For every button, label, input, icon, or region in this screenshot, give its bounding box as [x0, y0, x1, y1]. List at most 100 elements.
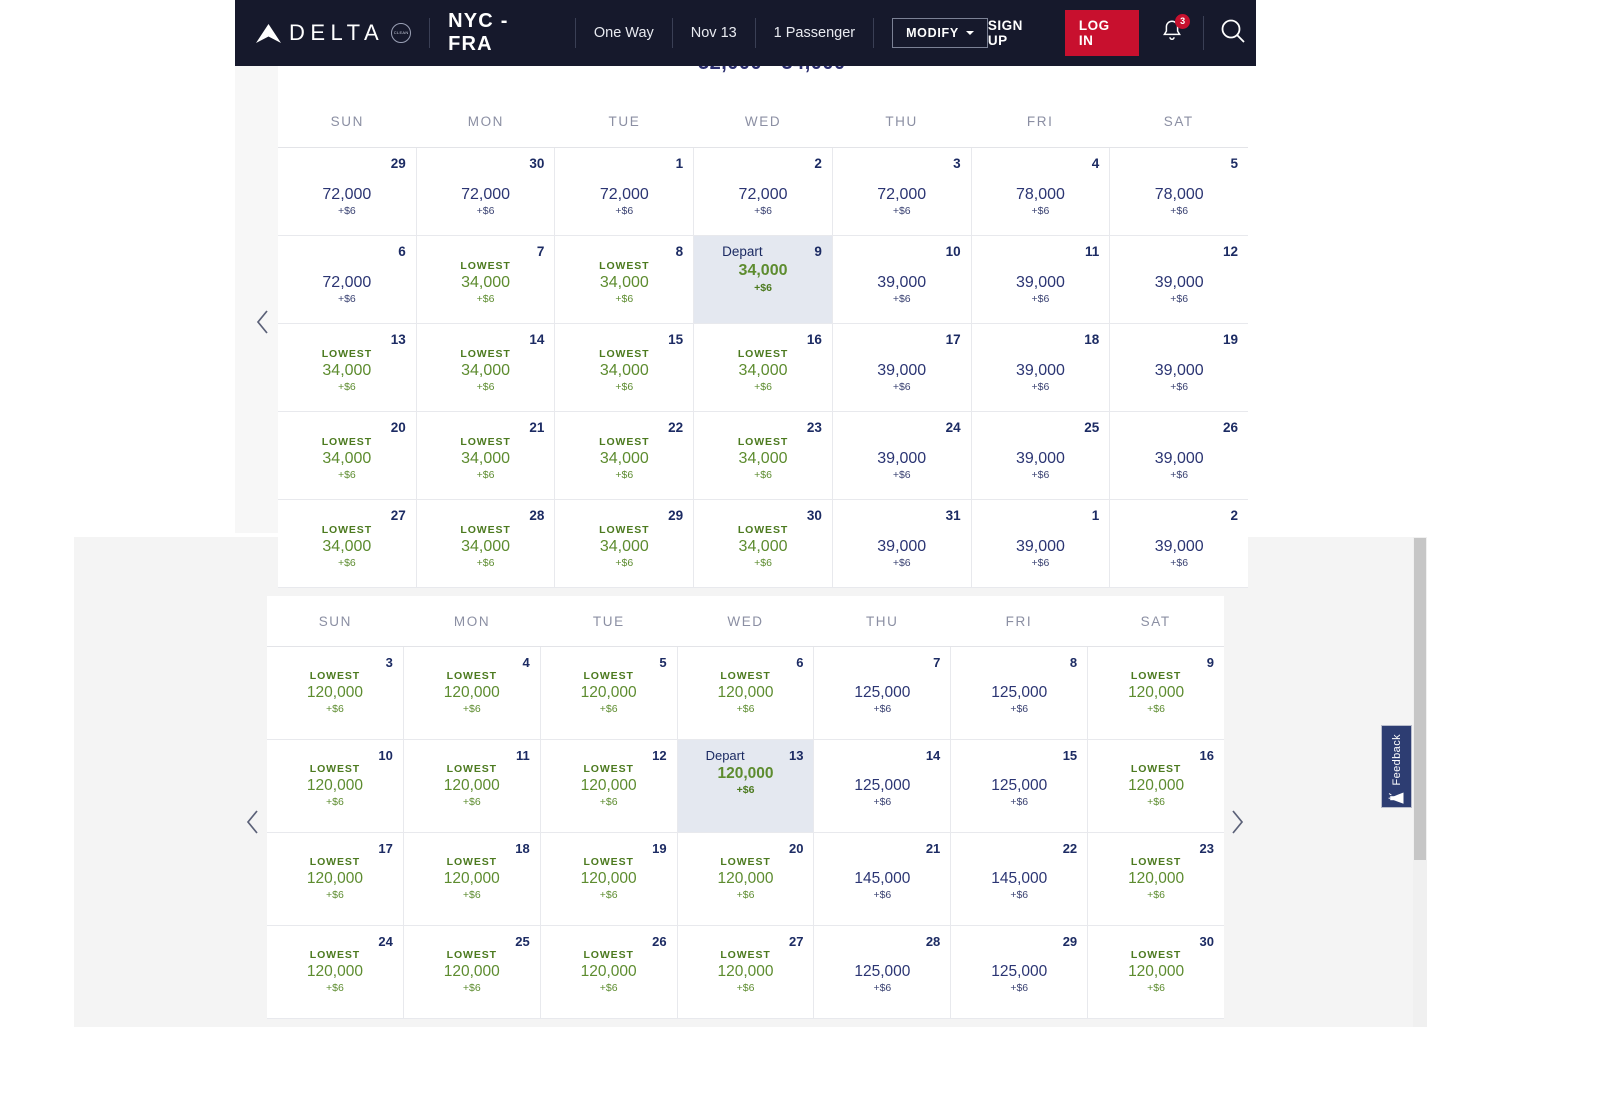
- calendar-day-cell[interactable]: 12 39,000 +$6: [1110, 236, 1249, 324]
- day-number: 20: [390, 420, 406, 435]
- calendar-day-cell[interactable]: 20 LOWEST 120,000 +$6: [677, 833, 815, 926]
- calendar-day-cell[interactable]: 30 LOWEST 34,000 +$6: [694, 500, 833, 588]
- sign-up-link[interactable]: SIGN UP: [988, 18, 1043, 48]
- calendar-day-cell[interactable]: 11 LOWEST 120,000 +$6: [403, 740, 541, 833]
- calendar-day-cell[interactable]: 6 72,000 +$6: [278, 236, 417, 324]
- calendar-day-cell[interactable]: 17 LOWEST 120,000 +$6: [267, 833, 404, 926]
- feedback-tab[interactable]: Feedback: [1381, 725, 1412, 808]
- calendar-day-cell[interactable]: 21 LOWEST 34,000 +$6: [416, 412, 556, 500]
- delta-logo[interactable]: DELTA CLEAN: [256, 20, 412, 46]
- calendar-day-cell[interactable]: 10 LOWEST 120,000 +$6: [267, 740, 404, 833]
- miles-price: 34,000: [461, 537, 511, 555]
- calendar-day-cell[interactable]: 24 LOWEST 120,000 +$6: [267, 926, 404, 1019]
- calendar-day-cell[interactable]: 29 LOWEST 34,000 +$6: [555, 500, 695, 588]
- calendar-day-cell[interactable]: 27 LOWEST 120,000 +$6: [677, 926, 815, 1019]
- calendar-day-cell[interactable]: 2 39,000 +$6: [1110, 500, 1249, 588]
- calendar-day-cell-selected[interactable]: Depart 13 120,000 +$6: [677, 740, 815, 833]
- taxes-fees: +$6: [1010, 981, 1029, 994]
- calendar-day-cell[interactable]: 15 LOWEST 34,000 +$6: [555, 324, 695, 412]
- calendar-day-cell[interactable]: 5 LOWEST 120,000 +$6: [540, 647, 678, 740]
- calendar-day-cell[interactable]: 28 LOWEST 34,000 +$6: [416, 500, 556, 588]
- miles-price: 34,000: [322, 449, 372, 467]
- day-number: 4: [522, 655, 530, 670]
- day-cell-header: 16: [694, 324, 832, 347]
- lowest-fare-badge: LOWEST: [737, 348, 789, 360]
- calendar-day-cell[interactable]: 23 LOWEST 34,000 +$6: [694, 412, 833, 500]
- lowest-fare-badge: LOWEST: [460, 524, 511, 536]
- calendar-day-cell[interactable]: 25 LOWEST 120,000 +$6: [403, 926, 541, 1019]
- calendar-day-cell[interactable]: 28 125,000 +$6: [814, 926, 952, 1019]
- calendar-day-cell[interactable]: 6 LOWEST 120,000 +$6: [677, 647, 815, 740]
- calendar-day-cell[interactable]: 17 39,000 +$6: [832, 324, 972, 412]
- day-cell-fare: LOWEST 120,000 +$6: [404, 855, 540, 901]
- lowest-fare-badge: LOWEST: [737, 436, 789, 448]
- calendar2-previous-arrow[interactable]: [240, 807, 266, 837]
- calendar-day-cell[interactable]: 30 72,000 +$6: [416, 148, 556, 236]
- miles-price: 39,000: [1015, 273, 1065, 291]
- lowest-fare-spacer: [417, 173, 555, 185]
- search-icon[interactable]: [1220, 18, 1246, 49]
- calendar-day-cell[interactable]: 29 72,000 +$6: [278, 148, 417, 236]
- calendar-day-cell[interactable]: 23 LOWEST 120,000 +$6: [1088, 833, 1225, 926]
- calendar-day-cell[interactable]: 2 72,000 +$6: [694, 148, 833, 236]
- calendar-day-cell[interactable]: 25 39,000 +$6: [971, 412, 1111, 500]
- calendar-day-cell[interactable]: 7 125,000 +$6: [814, 647, 952, 740]
- day-cell-fare: 39,000 +$6: [833, 258, 971, 306]
- calendar-day-cell-selected[interactable]: Depart 9 34,000 +$6: [694, 236, 833, 324]
- calendar-day-cell[interactable]: 22 LOWEST 34,000 +$6: [555, 412, 695, 500]
- calendar-day-cell[interactable]: 3 LOWEST 120,000 +$6: [267, 647, 404, 740]
- miles-price: 120,000: [580, 683, 637, 701]
- calendar-day-cell[interactable]: 20 LOWEST 34,000 +$6: [278, 412, 417, 500]
- calendar-day-cell[interactable]: 26 39,000 +$6: [1110, 412, 1249, 500]
- calendar-day-cell[interactable]: 14 LOWEST 34,000 +$6: [416, 324, 556, 412]
- calendar-day-cell[interactable]: 29 125,000 +$6: [951, 926, 1089, 1019]
- calendar-day-cell[interactable]: 19 39,000 +$6: [1110, 324, 1249, 412]
- calendar-day-cell[interactable]: 14 125,000 +$6: [814, 740, 952, 833]
- day-cell-fare: LOWEST 120,000 +$6: [678, 855, 814, 901]
- calendar-day-cell[interactable]: 18 LOWEST 120,000 +$6: [403, 833, 541, 926]
- calendar-day-cell[interactable]: 19 LOWEST 120,000 +$6: [540, 833, 678, 926]
- day-cell-fare: 145,000 +$6: [951, 855, 1087, 901]
- calendar-day-cell[interactable]: 11 39,000 +$6: [971, 236, 1111, 324]
- lowest-fare-spacer: [555, 173, 693, 185]
- calendar-day-cell[interactable]: 15 125,000 +$6: [951, 740, 1089, 833]
- calendar-day-cell[interactable]: 31 39,000 +$6: [832, 500, 972, 588]
- calendar-day-cell[interactable]: 16 LOWEST 120,000 +$6: [1088, 740, 1225, 833]
- log-in-button[interactable]: LOG IN: [1064, 10, 1140, 56]
- calendar-day-cell[interactable]: 30 LOWEST 120,000 +$6: [1088, 926, 1225, 1019]
- calendar-day-cell[interactable]: 24 39,000 +$6: [832, 412, 972, 500]
- calendar-day-cell[interactable]: 4 78,000 +$6: [971, 148, 1111, 236]
- day-cell-header: 24: [267, 926, 403, 949]
- calendar-day-cell[interactable]: 18 39,000 +$6: [971, 324, 1111, 412]
- day-cell-header: 26: [541, 926, 677, 949]
- calendar-day-cell[interactable]: 9 LOWEST 120,000 +$6: [1088, 647, 1225, 740]
- calendar-day-cell[interactable]: 13 LOWEST 34,000 +$6: [278, 324, 417, 412]
- page-root: DELTA CLEAN NYC - FRA One Way Nov 13 1 P…: [0, 0, 1600, 1094]
- calendar-day-cell[interactable]: 27 LOWEST 34,000 +$6: [278, 500, 417, 588]
- notifications-button[interactable]: 3: [1161, 13, 1191, 48]
- header-actions: SIGN UP LOG IN 3: [988, 10, 1256, 56]
- calendar-day-cell[interactable]: 10 39,000 +$6: [832, 236, 972, 324]
- day-cell-header: 20: [678, 833, 814, 856]
- calendar-day-cell[interactable]: 1 39,000 +$6: [971, 500, 1111, 588]
- modify-search-button[interactable]: MODIFY: [892, 18, 988, 48]
- calendar-day-cell[interactable]: 8 125,000 +$6: [951, 647, 1089, 740]
- calendar2-next-arrow[interactable]: [1224, 807, 1250, 837]
- calendar-day-cell[interactable]: 4 LOWEST 120,000 +$6: [403, 647, 541, 740]
- calendar-day-cell[interactable]: 8 LOWEST 34,000 +$6: [555, 236, 695, 324]
- calendar-day-cell[interactable]: 3 72,000 +$6: [832, 148, 972, 236]
- calendar-day-cell[interactable]: 7 LOWEST 34,000 +$6: [416, 236, 556, 324]
- day-cell-fare: 39,000 +$6: [1110, 434, 1248, 482]
- calendar-day-cell[interactable]: 22 145,000 +$6: [951, 833, 1089, 926]
- miles-price: 120,000: [580, 776, 637, 794]
- calendar-day-cell[interactable]: 12 LOWEST 120,000 +$6: [540, 740, 678, 833]
- calendar-day-cell[interactable]: 26 LOWEST 120,000 +$6: [540, 926, 678, 1019]
- page-scrollbar-thumb[interactable]: [1414, 538, 1426, 860]
- day-cell-header: 29: [951, 926, 1087, 949]
- calendar-day-cell[interactable]: 1 72,000 +$6: [555, 148, 695, 236]
- taxes-fees: +$6: [1010, 795, 1029, 808]
- calendar-day-cell[interactable]: 16 LOWEST 34,000 +$6: [694, 324, 833, 412]
- calendar-day-cell[interactable]: 5 78,000 +$6: [1110, 148, 1249, 236]
- calendar1-previous-arrow[interactable]: [250, 307, 276, 337]
- calendar-day-cell[interactable]: 21 145,000 +$6: [814, 833, 952, 926]
